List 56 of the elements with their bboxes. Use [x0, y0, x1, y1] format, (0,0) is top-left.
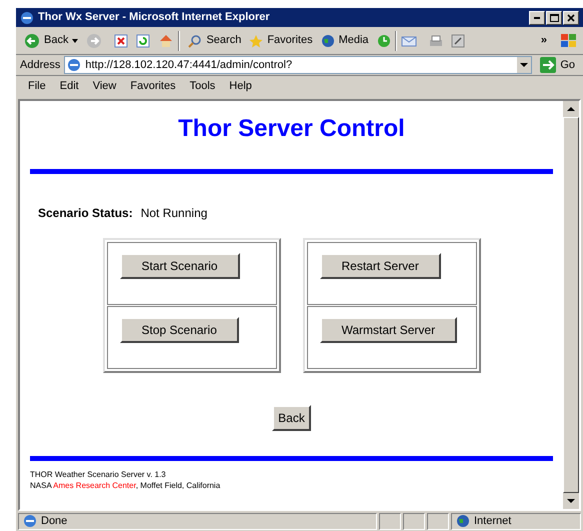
- go-arrow-icon: [540, 57, 556, 73]
- status-value: Not Running: [140, 205, 208, 222]
- search-icon: [188, 34, 202, 48]
- action-button[interactable]: Start Scenario: [120, 253, 240, 279]
- scroll-down-icon[interactable]: [563, 493, 579, 509]
- menu-item[interactable]: View: [92, 78, 116, 95]
- status-pane: [403, 512, 425, 530]
- dropdown-caret-icon[interactable]: [72, 38, 78, 42]
- favorites-button[interactable]: Favorites: [245, 32, 317, 49]
- footer-version: THOR Weather Scenario Server v. 1.3: [30, 469, 167, 480]
- media-button[interactable]: Media: [316, 32, 373, 49]
- zone-text: Internet: [474, 514, 512, 529]
- refresh-icon[interactable]: [136, 34, 150, 48]
- close-button[interactable]: [563, 10, 579, 24]
- menu-item[interactable]: Favorites: [130, 78, 176, 95]
- menu-item[interactable]: File: [28, 78, 46, 95]
- close-icon: [567, 14, 575, 22]
- stop-icon[interactable]: [114, 34, 128, 48]
- minimize-button[interactable]: [529, 10, 545, 24]
- action-button[interactable]: Warmstart Server: [320, 317, 458, 343]
- ames-link[interactable]: Ames Research Center: [53, 481, 136, 490]
- address-field[interactable]: http://128.102.120.47:4441/admin/control?: [64, 56, 532, 74]
- go-button[interactable]: Go: [536, 56, 579, 74]
- globe-icon: [320, 34, 335, 48]
- back-page-button[interactable]: Back: [272, 405, 311, 431]
- menu-item[interactable]: Edit: [60, 78, 79, 95]
- maximize-icon: [550, 14, 558, 22]
- action-button[interactable]: Stop Scenario: [120, 317, 239, 343]
- globe-icon: [456, 514, 470, 528]
- home-icon[interactable]: [158, 32, 174, 48]
- search-button[interactable]: Search: [184, 32, 246, 49]
- mail-icon[interactable]: [400, 34, 417, 48]
- footer-address: NASA Ames Research Center, Moffet Field, California: [30, 480, 222, 491]
- page-icon: [23, 514, 37, 528]
- more-chevron[interactable]: »: [540, 32, 547, 49]
- menu-item[interactable]: Tools: [190, 78, 216, 95]
- minimize-icon: [534, 16, 540, 18]
- maximize-button[interactable]: [546, 10, 562, 24]
- status-text: Done: [41, 514, 68, 529]
- page-heading: Thor Server Control: [177, 114, 406, 144]
- print-icon[interactable]: [428, 34, 443, 48]
- window-title: Thor Wx Server - Microsoft Internet Explorer: [38, 10, 271, 26]
- status-label: Scenario Status:: [38, 205, 133, 222]
- back-button[interactable]: Back: [20, 32, 72, 49]
- edit-icon[interactable]: [450, 34, 465, 48]
- page-icon: [67, 58, 82, 72]
- action-button[interactable]: Restart Server: [320, 253, 441, 279]
- browser-icon: [20, 10, 34, 24]
- windows-logo-icon: [559, 32, 579, 50]
- status-pane: [427, 512, 449, 530]
- scroll-up-icon[interactable]: [563, 101, 579, 117]
- status-pane: [379, 512, 401, 530]
- star-icon: [249, 34, 264, 48]
- menu-item[interactable]: Help: [229, 78, 252, 95]
- history-icon[interactable]: [376, 34, 391, 48]
- address-label: Address: [20, 58, 60, 73]
